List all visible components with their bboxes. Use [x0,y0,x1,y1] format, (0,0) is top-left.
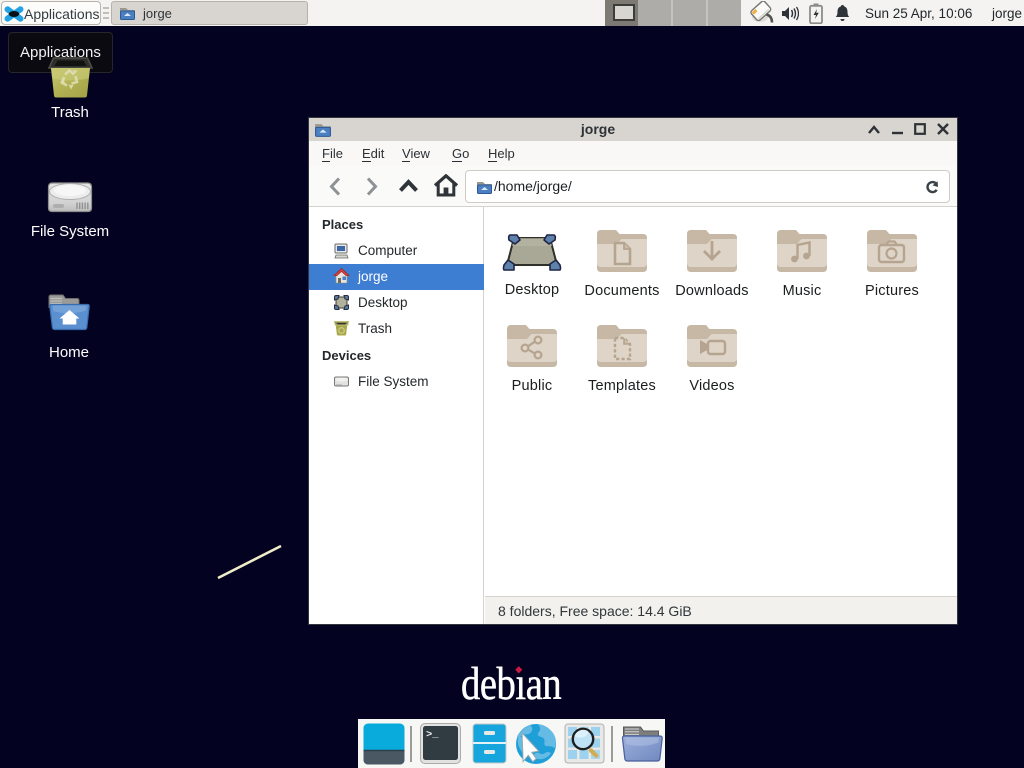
svg-text:>_: >_ [426,729,439,741]
